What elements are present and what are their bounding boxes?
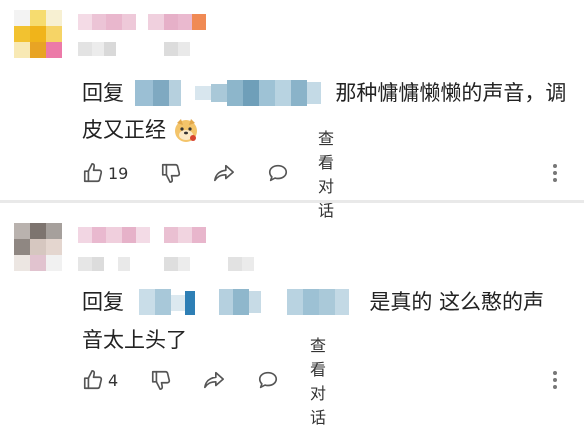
more-vertical-icon[interactable] (552, 369, 558, 391)
user-avatar[interactable] (14, 223, 62, 271)
dislike-button[interactable] (160, 157, 182, 189)
thumbs-up-icon (83, 370, 103, 390)
doge-emoji-icon (174, 119, 197, 142)
like-button[interactable]: 4 (82, 364, 118, 396)
reply-text: 音太上头了 (82, 328, 187, 352)
share-button[interactable] (212, 157, 236, 189)
view-conversation-link[interactable]: 查看对话 (310, 336, 326, 427)
reply-text: 是真的 这么憨的声 (369, 290, 545, 314)
replied-username[interactable] (134, 80, 325, 106)
share-button[interactable] (202, 364, 226, 396)
comment-item: 回复 那种慵慵懒懒的声音，调 皮又正经 19 查看对话 (0, 0, 584, 220)
username[interactable] (78, 227, 218, 243)
reply-text: 皮又正经 (82, 118, 166, 142)
comment-bubble-icon (258, 371, 278, 389)
reply-text-line: 音太上头了 (82, 324, 187, 355)
reply-text: 那种慵慵懒懒的声音，调 (335, 81, 567, 105)
username[interactable] (78, 14, 218, 30)
like-button[interactable]: 19 (82, 157, 128, 189)
like-count: 4 (108, 370, 119, 390)
thumbs-up-icon (83, 163, 103, 183)
more-vertical-icon[interactable] (552, 162, 558, 184)
replied-username[interactable] (135, 289, 359, 315)
view-conversation-link[interactable]: 查看对话 (318, 129, 334, 220)
view-conversation-label: 查看对话 (310, 336, 327, 427)
thumbs-down-icon (161, 163, 181, 183)
reply-prefix: 回复 (82, 81, 124, 105)
comment-meta (78, 42, 218, 56)
dislike-button[interactable] (150, 364, 172, 396)
reply-button[interactable] (256, 364, 280, 396)
reply-text-line: 回复 是真的 这么憨的声 (82, 286, 544, 317)
user-avatar[interactable] (14, 10, 62, 58)
share-icon (214, 164, 234, 182)
reply-prefix: 回复 (82, 290, 124, 314)
thumbs-down-icon (151, 370, 171, 390)
comment-item: 回复 是真的 这么憨的声 音太上头了 4 查看对话 (0, 203, 584, 427)
share-icon (204, 371, 224, 389)
comment-bubble-icon (268, 164, 288, 182)
comment-meta (78, 257, 278, 271)
like-count: 19 (108, 163, 129, 183)
reply-text-line: 回复 那种慵慵懒懒的声音，调 (82, 77, 566, 108)
reply-text-line: 皮又正经 (82, 114, 199, 145)
reply-button[interactable] (266, 157, 290, 189)
